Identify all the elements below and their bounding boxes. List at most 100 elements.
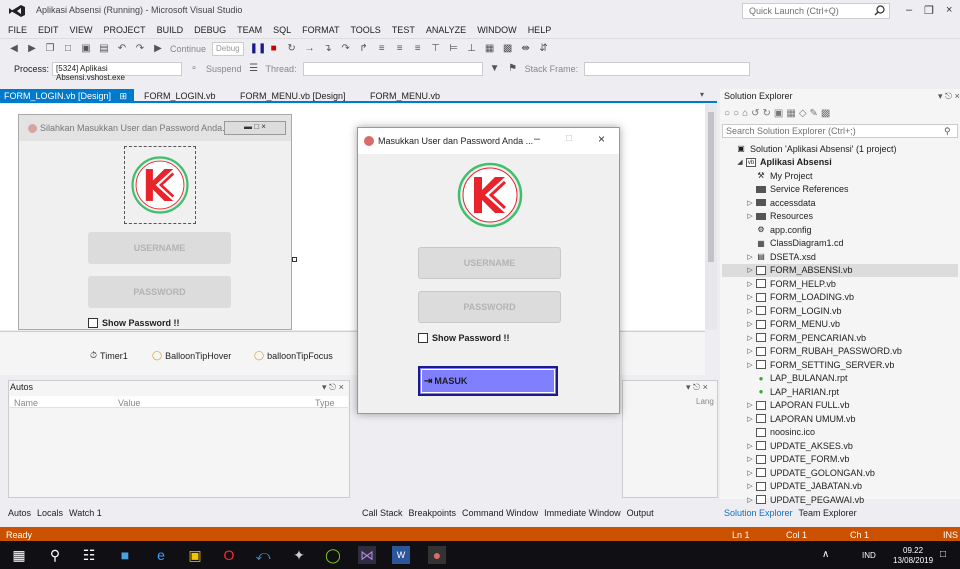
pause-icon[interactable]: ❚❚ <box>250 43 267 55</box>
align-left-icon[interactable]: ≡ <box>376 43 388 55</box>
tree-item[interactable]: ▷ FORM_LOGIN.vb <box>722 304 958 318</box>
unity-icon[interactable]: ◯ <box>324 546 342 564</box>
make-same-size-icon[interactable]: ▦ <box>484 43 496 55</box>
new-project-icon[interactable]: ❐ <box>44 43 56 55</box>
tree-item[interactable]: ⚙ app.config <box>722 223 958 237</box>
continue-icon[interactable]: ▶ <box>152 43 164 55</box>
properties-icon[interactable]: ✎ <box>810 108 821 119</box>
save-all-icon[interactable]: ▤ <box>98 43 110 55</box>
expand-arrow-icon[interactable]: ▷ <box>746 347 754 355</box>
preview-icon[interactable]: ▩ <box>821 108 833 119</box>
suspend-button[interactable]: Suspend <box>206 64 242 74</box>
tree-item[interactable]: ▷ FORM_HELP.vb <box>722 277 958 291</box>
tab-breakpoints[interactable]: Breakpoints <box>409 508 457 518</box>
flag-icon[interactable]: ⚑ <box>507 63 519 75</box>
search-icon[interactable]: ⚲ <box>944 126 951 137</box>
restore-icon[interactable]: ❐ <box>924 4 934 17</box>
tree-item[interactable]: Service References <box>722 183 958 197</box>
thread-select[interactable] <box>302 62 483 76</box>
word-icon[interactable]: W <box>392 546 410 564</box>
tab-overflow-icon[interactable]: ▾ <box>700 90 704 99</box>
tray-balloon-tip-focus[interactable]: ◯ balloonTipFocus <box>254 350 333 361</box>
search-icon[interactable] <box>874 5 885 16</box>
suspend-icon[interactable]: ▫ <box>188 63 200 75</box>
menu-team[interactable]: TEAM <box>237 25 262 35</box>
collapse-icon[interactable]: ▣ <box>774 108 786 119</box>
step-into-icon[interactable]: ↴ <box>322 43 334 55</box>
tree-item[interactable]: ▷ LAPORAN FULL.vb <box>722 399 958 413</box>
design-show-password-checkbox[interactable]: Show Password !! <box>88 318 180 328</box>
design-username-field[interactable]: USERNAME <box>88 232 231 264</box>
designer-scroll-thumb[interactable] <box>708 112 714 262</box>
tree-item[interactable]: ▷ UPDATE_AKSES.vb <box>722 439 958 453</box>
opera-icon[interactable]: O <box>220 546 238 564</box>
tab-watch[interactable]: Watch 1 <box>69 508 102 518</box>
size-to-grid-icon[interactable]: ▩ <box>502 43 514 55</box>
expand-arrow-icon[interactable]: ▷ <box>746 266 754 274</box>
tree-item[interactable]: ▷ LAPORAN UMUM.vb <box>722 412 958 426</box>
menu-edit[interactable]: EDIT <box>38 25 59 35</box>
close-icon[interactable]: × <box>946 4 952 16</box>
expand-arrow-icon[interactable]: ▷ <box>746 482 754 490</box>
show-all-icon[interactable]: ▦ <box>786 108 798 119</box>
clock[interactable]: 09.22 13/08/2019 <box>893 546 933 566</box>
refresh-icon[interactable]: ↻ <box>763 108 774 119</box>
menu-debug[interactable]: DEBUG <box>194 25 226 35</box>
undo-icon[interactable]: ↶ <box>116 43 128 55</box>
password-input[interactable]: PASSWORD <box>418 291 561 323</box>
tree-item[interactable]: ▷ UPDATE_FORM.vb <box>722 453 958 467</box>
menu-analyze[interactable]: ANALYZE <box>426 25 466 35</box>
expand-arrow-icon[interactable]: ▷ <box>746 496 754 504</box>
align-bottom-icon[interactable]: ⊥ <box>466 43 478 55</box>
design-password-field[interactable]: PASSWORD <box>88 276 231 308</box>
tree-item[interactable]: ▷ FORM_MENU.vb <box>722 318 958 332</box>
open-icon[interactable]: □ <box>62 43 74 55</box>
visual-studio-taskbar-icon[interactable]: ⋈ <box>358 546 376 564</box>
horizontal-spacing-icon[interactable]: ⇼ <box>520 43 532 55</box>
expand-arrow-icon[interactable]: ▷ <box>746 455 754 463</box>
col-type[interactable]: Type <box>315 398 335 408</box>
tree-item[interactable]: ▷ FORM_RUBAH_PASSWORD.vb <box>722 345 958 359</box>
tree-item[interactable]: ● LAP_BULANAN.rpt <box>722 372 958 386</box>
menu-file[interactable]: FILE <box>8 25 27 35</box>
vscode-icon[interactable]: ⤺ <box>254 546 272 564</box>
tree-item[interactable]: ▷ ▤ DSETA.xsd <box>722 250 958 264</box>
home-icon[interactable]: ⌂ <box>742 108 751 119</box>
menu-sql[interactable]: SQL <box>273 25 291 35</box>
masuk-button[interactable]: ⇥ MASUK <box>418 366 558 396</box>
menu-window[interactable]: WINDOW <box>477 25 517 35</box>
close-icon[interactable]: × <box>598 132 605 146</box>
restart-icon[interactable]: ↻ <box>286 43 298 55</box>
tab-command-window[interactable]: Command Window <box>462 508 538 518</box>
running-app-icon[interactable]: ● <box>428 546 446 564</box>
tree-item[interactable]: ▷ Resources <box>722 210 958 224</box>
tab-locals[interactable]: Locals <box>37 508 63 518</box>
tab-immediate-window[interactable]: Immediate Window <box>544 508 621 518</box>
expand-arrow-icon[interactable]: ▷ <box>746 280 754 288</box>
expand-arrow-icon[interactable]: ▷ <box>746 307 754 315</box>
tree-item[interactable]: ▷ UPDATE_GOLONGAN.vb <box>722 466 958 480</box>
pin-icon[interactable]: ⊞ <box>120 91 128 101</box>
back-icon[interactable]: ◀ <box>8 43 20 55</box>
view-code-icon[interactable]: ◇ <box>799 108 810 119</box>
align-right-icon[interactable]: ≡ <box>412 43 424 55</box>
checkbox-icon[interactable] <box>418 333 428 343</box>
menu-build[interactable]: BUILD <box>157 25 184 35</box>
tree-item[interactable]: ▷ accessdata <box>722 196 958 210</box>
tab-team-explorer[interactable]: Team Explorer <box>799 508 857 518</box>
vertical-spacing-icon[interactable]: ⇵ <box>538 43 550 55</box>
tab-form-login-code[interactable]: FORM_LOGIN.vb <box>140 89 220 103</box>
tree-item[interactable]: ▷ FORM_LOADING.vb <box>722 291 958 305</box>
pane-controls-icon[interactable]: ▾ ⎋ × <box>322 382 344 393</box>
edge-icon[interactable]: e <box>152 546 170 564</box>
tab-form-menu-code[interactable]: FORM_MENU.vb <box>366 89 444 103</box>
save-icon[interactable]: ▣ <box>80 43 92 55</box>
tools-icon[interactable]: ✦ <box>290 546 308 564</box>
tree-item[interactable]: noosinc.ico <box>722 426 958 440</box>
align-center-icon[interactable]: ≡ <box>394 43 406 55</box>
step-over-icon[interactable]: ↷ <box>340 43 352 55</box>
expand-arrow-icon[interactable]: ▷ <box>746 415 754 423</box>
minimize-icon[interactable]: – <box>534 133 540 145</box>
redo-icon[interactable]: ↷ <box>134 43 146 55</box>
stop-icon[interactable]: ■ <box>268 43 280 55</box>
